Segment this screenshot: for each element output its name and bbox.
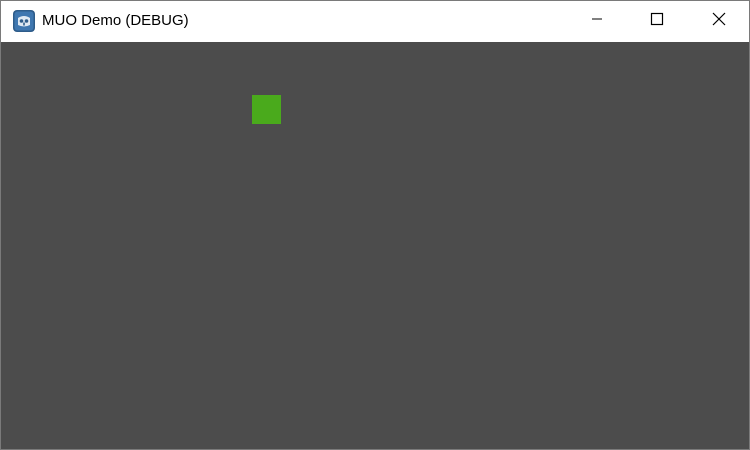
minimize-icon — [591, 12, 603, 30]
game-window: MUO Demo (DEBUG) — [0, 0, 750, 450]
maximize-button[interactable] — [627, 1, 687, 41]
game-viewport[interactable] — [1, 42, 749, 449]
window-title: MUO Demo (DEBUG) — [42, 12, 189, 29]
title-bar[interactable]: MUO Demo (DEBUG) — [1, 1, 749, 41]
player-sprite — [252, 95, 281, 124]
godot-engine-icon — [13, 10, 35, 32]
maximize-icon — [650, 12, 664, 31]
close-button[interactable] — [689, 1, 749, 41]
close-icon — [712, 12, 726, 31]
minimize-button[interactable] — [567, 1, 627, 41]
